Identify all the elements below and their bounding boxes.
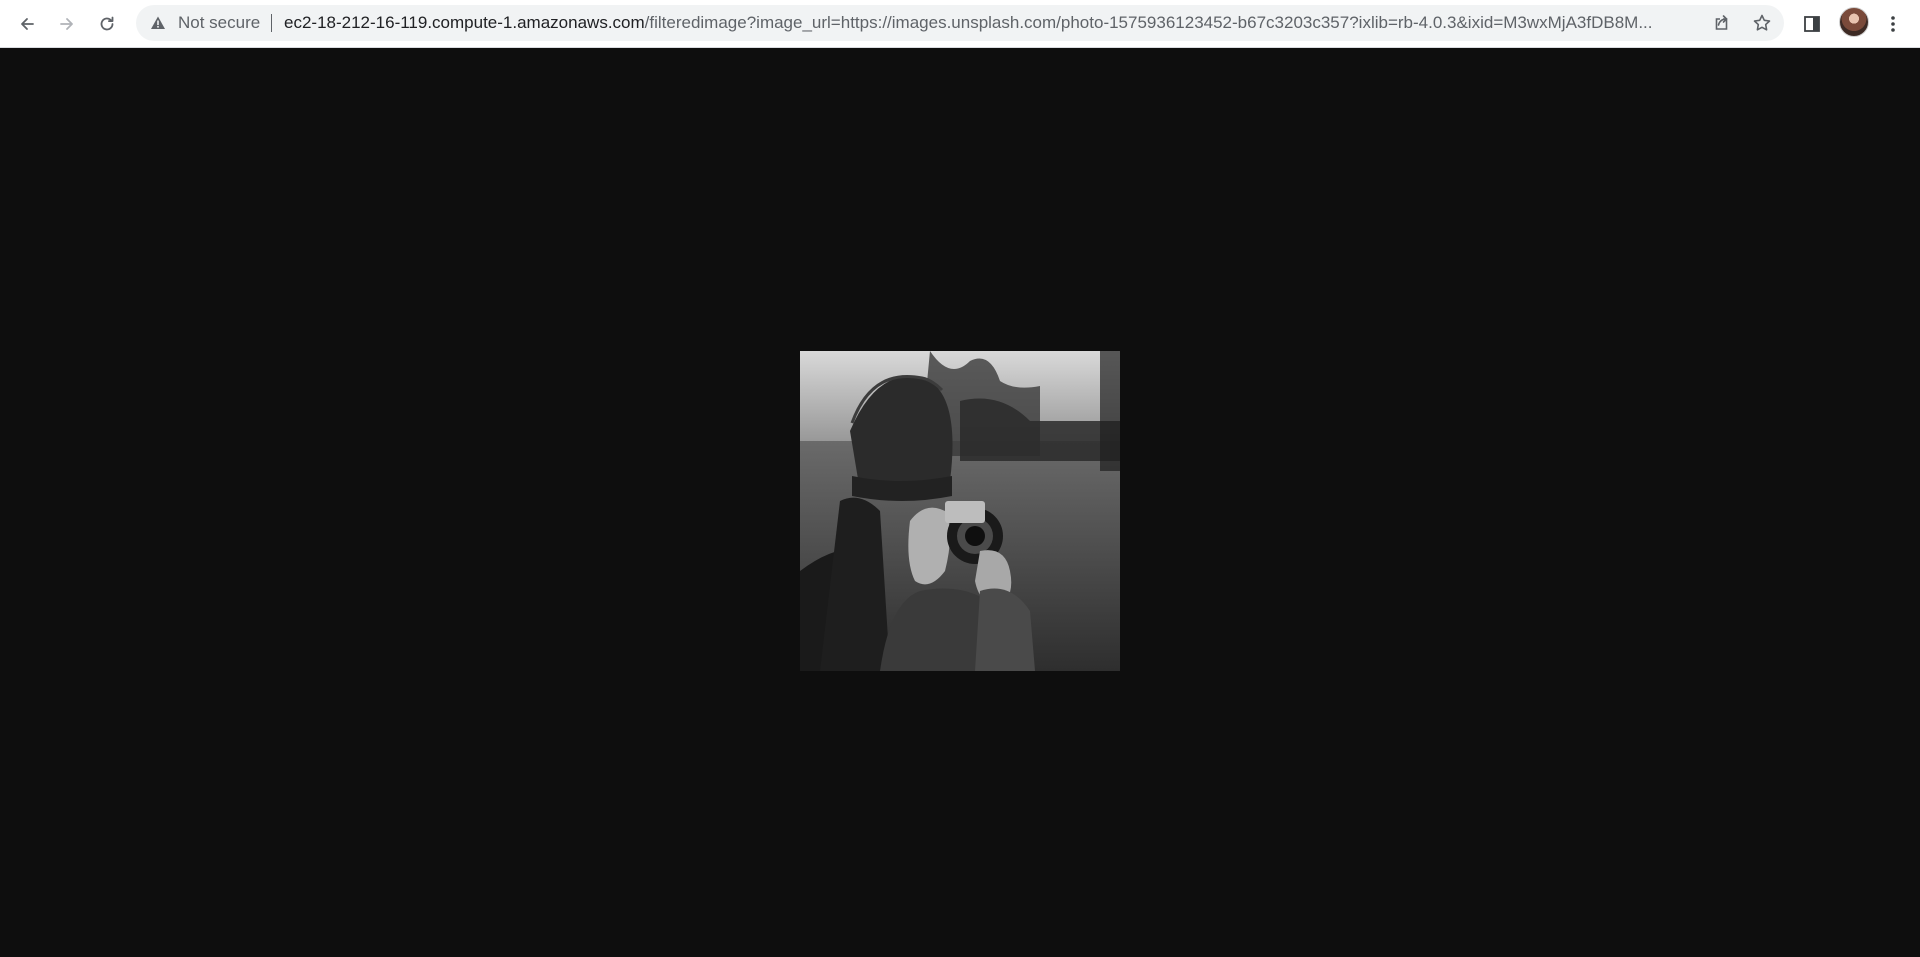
- filtered-image[interactable]: [800, 351, 1120, 671]
- back-button[interactable]: [9, 6, 45, 42]
- address-bar[interactable]: Not secure ec2-18-212-16-119.compute-1.a…: [136, 5, 1784, 41]
- share-icon: [1715, 15, 1728, 30]
- side-panel-icon: [1804, 16, 1820, 32]
- url-text[interactable]: ec2-18-212-16-119.compute-1.amazonaws.co…: [284, 5, 1679, 41]
- side-panel-button[interactable]: [1798, 10, 1826, 38]
- forward-button[interactable]: [49, 6, 85, 42]
- arrow-left-icon: [21, 18, 34, 30]
- browser-toolbar: Not secure ec2-18-212-16-119.compute-1.a…: [0, 0, 1920, 48]
- security-status-label[interactable]: Not secure: [178, 5, 260, 41]
- kebab-menu-icon: [1891, 16, 1895, 32]
- url-host: ec2-18-212-16-119.compute-1.amazonaws.co…: [284, 13, 645, 32]
- reload-icon: [100, 16, 114, 31]
- star-icon: [1753, 14, 1771, 31]
- warning-triangle-icon[interactable]: [150, 15, 166, 31]
- reload-button[interactable]: [89, 6, 125, 42]
- share-button[interactable]: [1711, 12, 1733, 34]
- avatar[interactable]: [1839, 7, 1869, 37]
- page-content: [0, 48, 1920, 957]
- divider: [271, 14, 272, 32]
- url-path: /filteredimage?image_url=https://images.…: [644, 13, 1653, 32]
- bookmark-button[interactable]: [1751, 12, 1773, 34]
- menu-button[interactable]: [1879, 10, 1907, 38]
- arrow-right-icon: [60, 18, 73, 30]
- grayscale-photo: [800, 351, 1120, 671]
